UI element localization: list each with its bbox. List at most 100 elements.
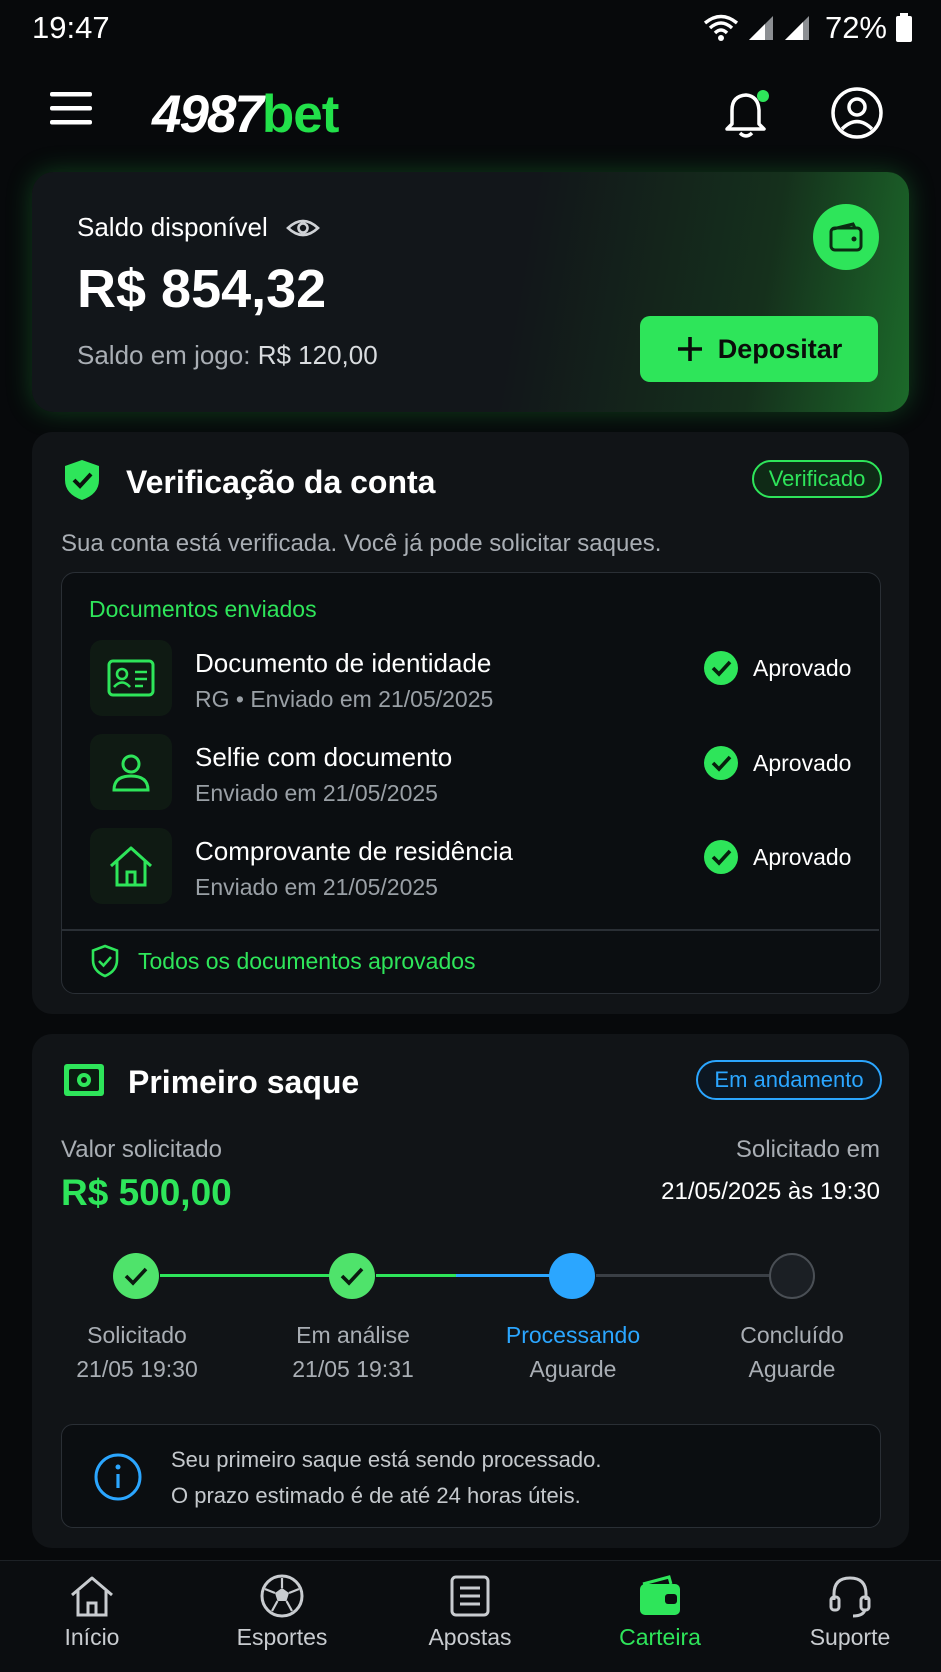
document-icon-box xyxy=(90,640,172,716)
id-card-icon xyxy=(107,659,155,697)
plus-icon xyxy=(677,337,702,361)
documents-footer: Todos os documentos aprovados xyxy=(90,944,476,978)
withdrawal-title: Primeiro saque xyxy=(128,1064,360,1100)
hamburger-icon xyxy=(50,92,92,125)
documents-heading: Documentos enviados xyxy=(89,596,317,622)
document-subtitle: Enviado em 21/05/2025 xyxy=(195,780,438,806)
step-label: Concluído xyxy=(740,1322,844,1348)
document-status-label: Aprovado xyxy=(753,654,852,681)
step-pending-icon xyxy=(769,1253,815,1299)
documents-panel xyxy=(61,572,881,994)
ticket-icon xyxy=(450,1575,490,1617)
in-game-label: Saldo em jogo: xyxy=(77,340,251,370)
deposit-button[interactable]: Depositar xyxy=(640,316,878,382)
document-status: Aprovado xyxy=(703,745,851,781)
step-label: Solicitado xyxy=(87,1322,187,1348)
nav-item-carteira[interactable]: Carteira xyxy=(590,1574,730,1651)
step-done-icon xyxy=(113,1253,159,1299)
check-circle-icon xyxy=(704,651,738,685)
in-game-balance: Saldo em jogo: R$ 120,00 xyxy=(77,340,378,371)
signal-icon-2 xyxy=(784,16,809,40)
status-icons: 72% xyxy=(703,10,913,46)
nav-label: Esportes xyxy=(236,1624,328,1650)
balance-label: Saldo disponível xyxy=(77,212,268,242)
nav-label: Carteira xyxy=(619,1624,701,1650)
in-game-value: R$ 120,00 xyxy=(257,340,378,370)
profile-button[interactable] xyxy=(830,86,884,140)
step-connector xyxy=(456,1274,554,1277)
shield-check-icon xyxy=(65,460,99,500)
documents-footer-text: Todos os documentos aprovados xyxy=(138,947,476,974)
document-title: Documento de identidade xyxy=(195,648,492,678)
user-avatar-icon xyxy=(831,87,883,139)
soccer-ball-icon xyxy=(260,1574,304,1618)
requested-value: R$ 500,00 xyxy=(61,1172,232,1213)
step-sub: Aguarde xyxy=(529,1356,617,1382)
wallet-icon xyxy=(829,222,863,252)
headset-icon xyxy=(829,1576,871,1618)
bell-icon xyxy=(725,90,769,138)
date-value: 21/05/2025 às 19:30 xyxy=(661,1178,880,1205)
nav-label: Apostas xyxy=(428,1624,512,1650)
wallet-icon xyxy=(640,1575,680,1615)
info-icon xyxy=(94,1453,142,1501)
in-progress-badge: Em andamento xyxy=(696,1060,882,1100)
home-icon xyxy=(71,1576,113,1617)
step-connector xyxy=(596,1274,770,1277)
verification-description: Sua conta está verificada. Você já pode … xyxy=(61,530,662,557)
person-icon xyxy=(112,754,150,792)
menu-button[interactable] xyxy=(48,88,94,128)
step-label: Em análise xyxy=(296,1322,410,1348)
step-label: Processando xyxy=(505,1322,641,1348)
house-icon xyxy=(109,846,153,887)
document-status-label: Aprovado xyxy=(753,843,852,870)
eye-icon xyxy=(285,219,320,236)
battery-percent: 72% xyxy=(824,10,887,45)
step-current-icon xyxy=(549,1253,595,1299)
toggle-visibility-button[interactable] xyxy=(285,216,320,240)
check-circle-icon xyxy=(704,746,738,780)
shield-outline-icon xyxy=(91,944,119,978)
document-title: Selfie com documento xyxy=(195,742,453,772)
balance-amount: R$ 854,32 xyxy=(77,259,327,319)
step-done-icon xyxy=(329,1253,375,1299)
deposit-label: Depositar xyxy=(717,333,843,364)
requested-label: Valor solicitado xyxy=(61,1136,222,1163)
nav-item-suporte[interactable]: Suporte xyxy=(780,1574,920,1651)
money-icon xyxy=(64,1064,104,1096)
document-status: Aprovado xyxy=(703,650,851,686)
step-sub: 21/05 19:30 xyxy=(76,1356,198,1382)
notifications-button[interactable] xyxy=(722,86,770,140)
signal-icon xyxy=(748,16,773,40)
document-icon-box xyxy=(90,734,172,810)
nav-item-apostas[interactable]: Apostas xyxy=(400,1574,540,1651)
document-subtitle: RG • Enviado em 21/05/2025 xyxy=(195,686,494,712)
document-status: Aprovado xyxy=(703,839,851,875)
nav-item-esportes[interactable]: Esportes xyxy=(212,1574,352,1651)
status-time: 19:47 xyxy=(32,10,110,45)
date-label: Solicitado em xyxy=(735,1136,880,1163)
info-line-1: Seu primeiro saque está sendo processado… xyxy=(171,1447,602,1472)
document-title: Comprovante de residência xyxy=(195,836,513,866)
info-line-2: O prazo estimado é de até 24 horas úteis… xyxy=(171,1483,581,1508)
check-circle-icon xyxy=(704,840,738,874)
nav-item-inicio[interactable]: Início xyxy=(22,1574,162,1651)
document-subtitle: Enviado em 21/05/2025 xyxy=(195,874,438,900)
step-sub: 21/05 19:31 xyxy=(292,1356,414,1382)
divider xyxy=(62,929,879,931)
nav-label: Início xyxy=(64,1624,120,1650)
nav-label: Suporte xyxy=(809,1624,891,1650)
document-status-label: Aprovado xyxy=(753,749,852,776)
brand-logo[interactable]: 4987bet xyxy=(152,84,339,145)
verified-badge: Verificado xyxy=(752,460,882,498)
wallet-badge xyxy=(813,204,879,270)
balance-label-row: Saldo disponível xyxy=(77,212,320,243)
step-connector xyxy=(160,1274,352,1277)
verification-title: Verificação da conta xyxy=(126,464,436,500)
document-icon-box xyxy=(90,828,172,904)
wifi-icon xyxy=(703,14,739,41)
info-box xyxy=(61,1424,881,1528)
battery-icon xyxy=(896,13,912,42)
step-connector xyxy=(376,1274,456,1277)
step-sub: Aguarde xyxy=(748,1356,836,1382)
